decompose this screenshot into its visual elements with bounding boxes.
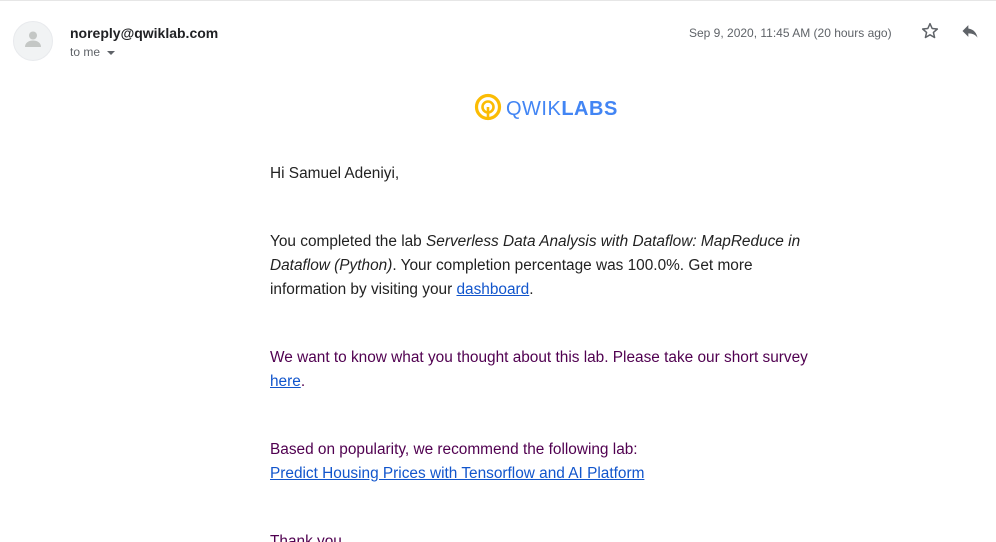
caret-down-icon	[107, 50, 116, 55]
completion-paragraph: You completed the lab Serverless Data An…	[270, 230, 830, 302]
reply-icon	[960, 21, 980, 46]
greeting: Hi Samuel Adeniyi,	[270, 165, 400, 182]
sender-avatar[interactable]	[13, 21, 53, 61]
survey-text-end: .	[300, 373, 306, 390]
logo-text-light: QWIK	[506, 98, 562, 120]
logo-wordmark: QWIKLABS	[506, 98, 618, 121]
logo-text-bold: LABS	[561, 98, 618, 120]
qwiklabs-logo-icon	[474, 93, 502, 126]
person-icon	[21, 27, 45, 56]
closing-text: Thank you	[270, 533, 342, 542]
completion-text-end: .	[529, 281, 534, 298]
recommendation-paragraph: Based on popularity, we recommend the fo…	[270, 438, 830, 486]
recipient-label: to me	[70, 45, 101, 59]
reply-button[interactable]	[957, 20, 983, 46]
survey-link[interactable]: here	[270, 373, 301, 390]
completion-text-start: You completed the lab	[270, 233, 427, 250]
recipient-details-toggle[interactable]: to me	[70, 45, 116, 59]
recommended-lab-link[interactable]: Predict Housing Prices with Tensorflow a…	[270, 465, 644, 482]
survey-text: We want to know what you thought about t…	[270, 349, 808, 366]
email-view: noreply@qwiklab.com to me Sep 9, 2020, 1…	[0, 0, 996, 542]
survey-paragraph: We want to know what you thought about t…	[270, 346, 830, 394]
recommendation-text: Based on popularity, we recommend the fo…	[270, 441, 638, 458]
star-button[interactable]	[917, 20, 943, 46]
qwiklabs-logo: QWIKLABS	[474, 93, 618, 126]
email-date: Sep 9, 2020, 11:45 AM (20 hours ago)	[689, 26, 892, 40]
dashboard-link[interactable]: dashboard	[456, 281, 529, 298]
star-icon	[920, 21, 940, 46]
email-body: Hi Samuel Adeniyi, You completed the lab…	[270, 162, 830, 542]
sender-address[interactable]: noreply@qwiklab.com	[70, 25, 218, 41]
top-divider	[0, 0, 996, 3]
